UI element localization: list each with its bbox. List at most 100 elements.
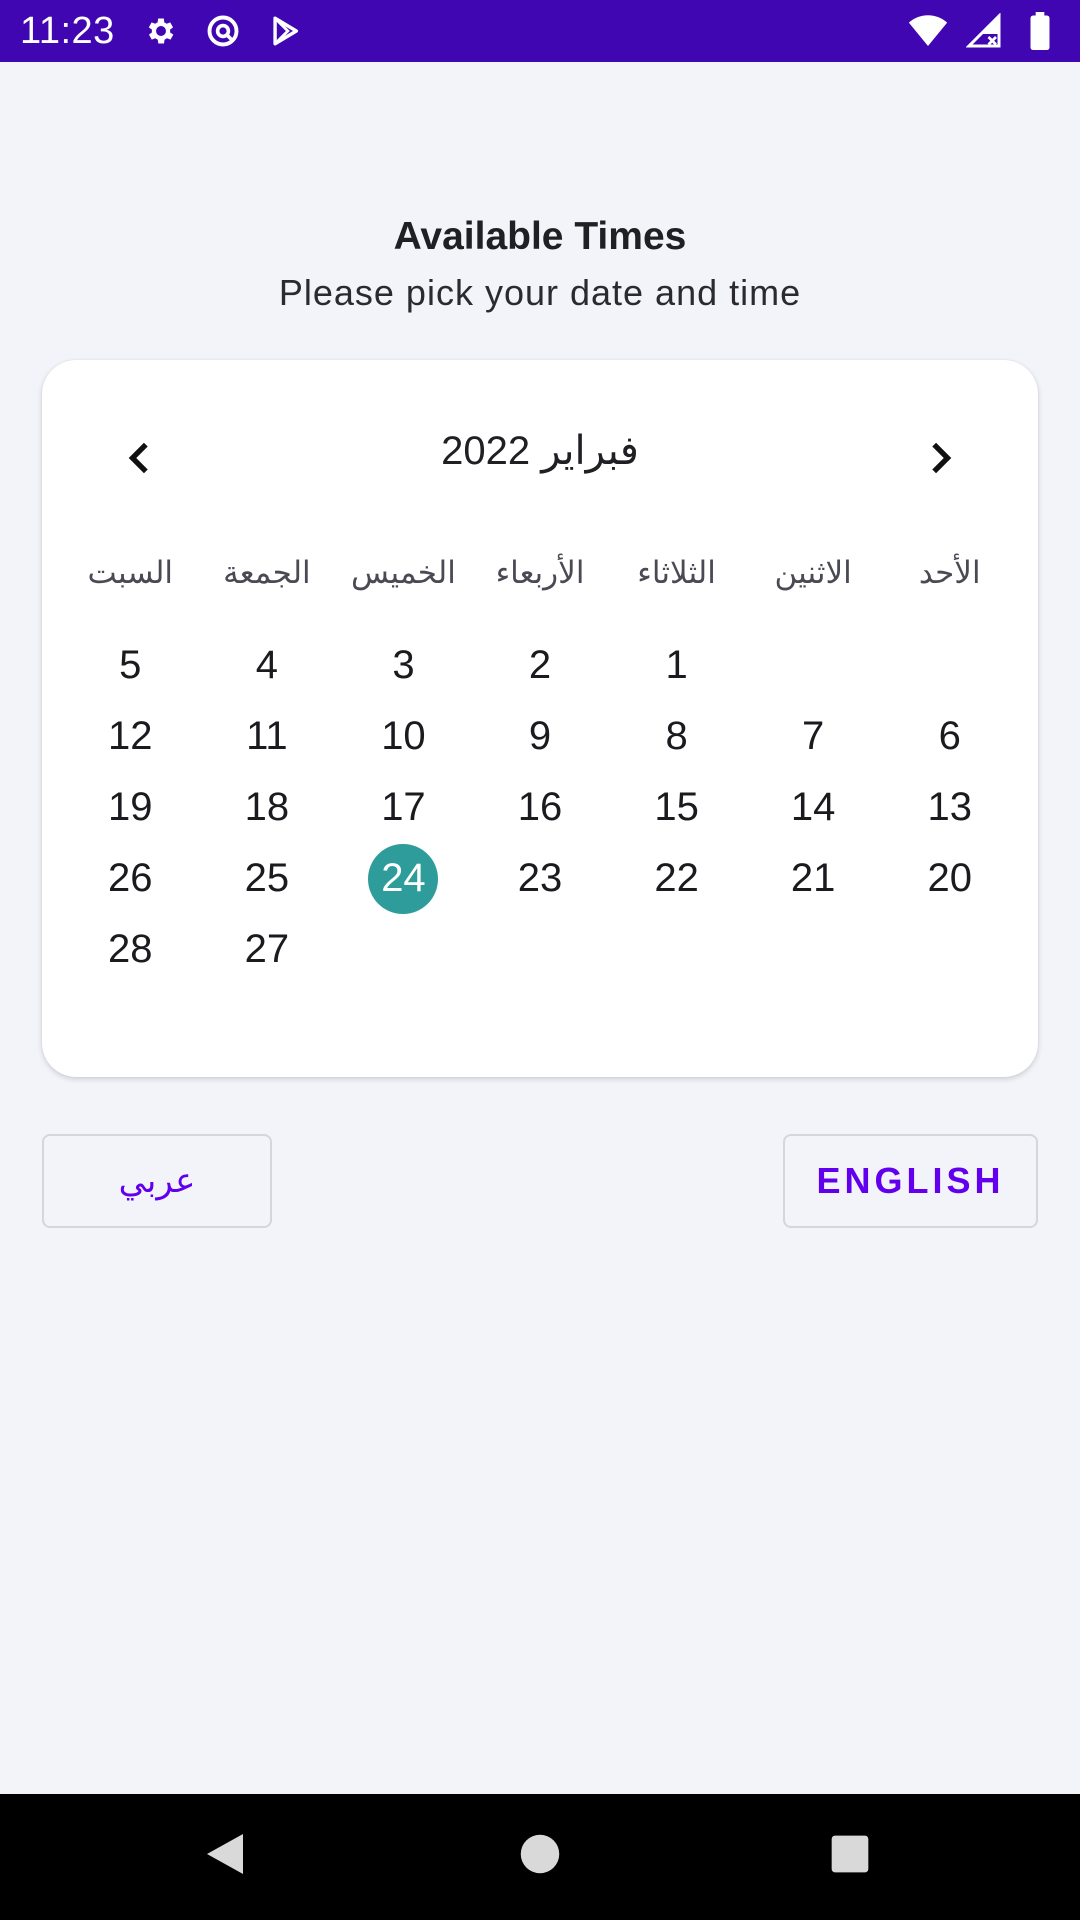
day-cell[interactable]: 13 — [881, 772, 1018, 843]
day-cell[interactable]: 18 — [199, 772, 336, 843]
weekday-label: الجمعة — [223, 555, 311, 591]
day-number: 7 — [802, 714, 825, 758]
day-number: 20 — [927, 856, 972, 900]
page-title: Available Times — [393, 215, 687, 258]
settings-icon — [141, 11, 181, 51]
day-cell[interactable]: 5 — [62, 630, 199, 701]
day-number: 11 — [246, 714, 288, 758]
selected-day-cell[interactable]: 24 — [335, 843, 472, 914]
day-cell[interactable]: 9 — [472, 701, 609, 772]
day-number: 9 — [528, 714, 552, 758]
day-cell[interactable]: 16 — [472, 772, 609, 843]
day-number: 6 — [938, 714, 961, 758]
day-number: 19 — [108, 785, 153, 829]
day-cell[interactable]: 28 — [62, 914, 199, 985]
empty-day-cell — [608, 914, 745, 985]
day-number: 4 — [255, 643, 278, 687]
day-number: 21 — [790, 856, 836, 900]
weekday-label: الثلاثاء — [637, 555, 716, 591]
weekday-label: السبت — [87, 555, 174, 591]
system-nav-bar — [0, 1794, 1080, 1920]
day-cell[interactable]: 20 — [881, 843, 1018, 914]
calendar-card: فبراير 2022 الأحد الاثنين الثلاثاء الأرب… — [42, 360, 1038, 1077]
day-cell[interactable]: 19 — [62, 772, 199, 843]
home-button[interactable] — [510, 1824, 570, 1884]
empty-day-cell — [881, 914, 1018, 985]
status-left-icons — [141, 11, 305, 51]
empty-day-cell — [881, 630, 1018, 701]
empty-day-cell — [745, 630, 882, 701]
weekday-label: الاثنين — [774, 555, 852, 591]
screen: 11:23 Available Times Please pick your d… — [0, 0, 1080, 1920]
day-number: 27 — [244, 927, 290, 971]
back-icon — [207, 1834, 243, 1874]
day-cell[interactable]: 14 — [745, 772, 882, 843]
day-cell[interactable]: 15 — [608, 772, 745, 843]
day-number: 10 — [381, 714, 426, 758]
cellular-signal-icon — [964, 11, 1004, 51]
day-number: 3 — [392, 643, 415, 687]
day-number: 28 — [108, 927, 153, 971]
day-number: 1 — [665, 643, 688, 687]
day-number: 15 — [654, 785, 699, 829]
day-cell[interactable]: 2 — [472, 630, 609, 701]
battery-icon — [1020, 11, 1060, 51]
day-number: 13 — [927, 785, 972, 829]
day-cell[interactable]: 1 — [608, 630, 745, 701]
at-sign-icon — [203, 11, 243, 51]
day-number: 23 — [517, 856, 563, 900]
day-number: 24 — [368, 843, 439, 914]
day-cell[interactable]: 3 — [335, 630, 472, 701]
recents-button[interactable] — [820, 1824, 880, 1884]
day-cell[interactable]: 26 — [62, 843, 199, 914]
wifi-icon — [908, 11, 948, 51]
day-cell[interactable]: 23 — [472, 843, 609, 914]
day-cell[interactable]: 21 — [745, 843, 882, 914]
day-cell[interactable]: 7 — [745, 701, 882, 772]
status-bar: 11:23 — [0, 0, 1080, 62]
day-number: 26 — [108, 856, 153, 900]
home-icon — [520, 1834, 560, 1874]
day-cell[interactable]: 17 — [335, 772, 472, 843]
day-grid: 1 2 3 4 5 6 7 8 9 10 11 12 13 14 15 16 17 18 19 20 21 22 23 24 2… — [62, 630, 1018, 985]
day-cell[interactable]: 4 — [199, 630, 336, 701]
weekday-label: الخميس — [351, 555, 456, 591]
recents-icon — [831, 1835, 869, 1873]
play-store-icon — [265, 11, 305, 51]
day-cell[interactable]: 22 — [608, 843, 745, 914]
day-cell[interactable]: 10 — [335, 701, 472, 772]
arabic-language-button[interactable]: عربي — [42, 1134, 272, 1228]
day-number: 14 — [790, 785, 836, 829]
empty-day-cell — [745, 914, 882, 985]
day-number: 2 — [528, 643, 552, 687]
english-language-button[interactable]: ENGLISH — [783, 1134, 1038, 1228]
back-button[interactable] — [195, 1824, 255, 1884]
day-cell[interactable]: 6 — [881, 701, 1018, 772]
day-cell[interactable]: 27 — [199, 914, 336, 985]
day-cell[interactable]: 11 — [199, 701, 336, 772]
next-month-button[interactable] — [902, 420, 978, 496]
previous-month-button[interactable] — [102, 420, 178, 496]
empty-day-cell — [472, 914, 609, 985]
day-number: 5 — [119, 643, 142, 687]
day-cell[interactable]: 25 — [199, 843, 336, 914]
day-number: 25 — [244, 856, 290, 900]
chevron-left-icon — [128, 442, 148, 474]
month-label: فبراير 2022 — [441, 429, 639, 473]
weekday-label: الأحد — [918, 555, 981, 591]
status-time: 11:23 — [20, 9, 115, 52]
empty-day-cell — [335, 914, 472, 985]
page-subtitle: Please pick your date and time — [278, 272, 802, 313]
day-cell[interactable]: 12 — [62, 701, 199, 772]
day-number: 17 — [381, 785, 426, 829]
day-number: 16 — [517, 785, 563, 829]
weekday-label: الأربعاء — [495, 555, 585, 591]
day-number: 8 — [665, 714, 688, 758]
day-cell[interactable]: 8 — [608, 701, 745, 772]
weekday-header: الأحد الاثنين الثلاثاء الأربعاء الخميس ا… — [62, 555, 1018, 591]
day-number: 18 — [244, 785, 290, 829]
day-number: 12 — [108, 714, 153, 758]
chevron-right-icon — [932, 442, 952, 474]
status-right-icons — [908, 11, 1060, 51]
day-number: 22 — [654, 856, 699, 900]
